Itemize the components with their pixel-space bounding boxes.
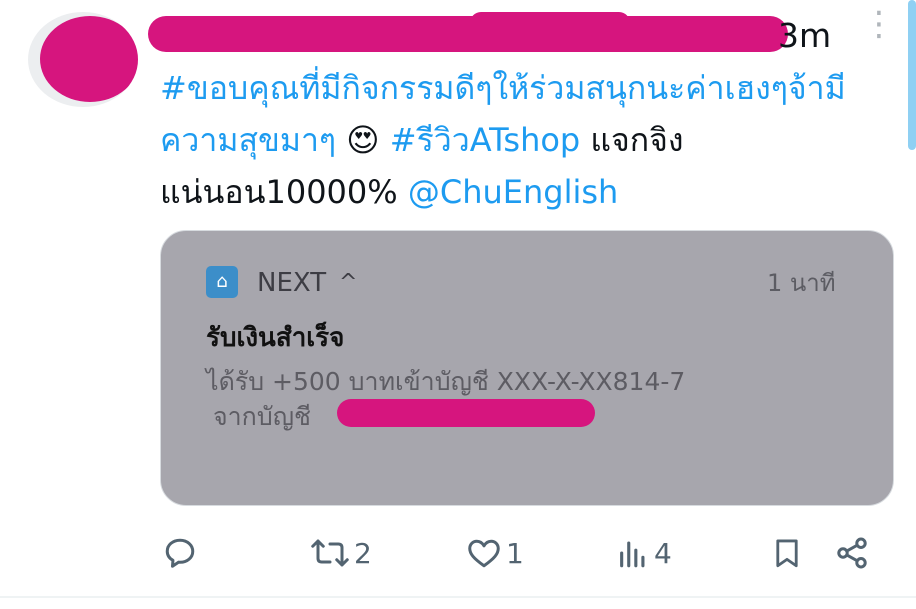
username-redaction [148, 16, 788, 52]
hashtag-link[interactable]: #รีวิวATshop [390, 121, 580, 159]
notification-screenshot: ⌂ NEXT ^ 1 นาที รับเงินสำเร็จ ได้รับ +50… [161, 231, 893, 505]
divider [0, 596, 916, 598]
retweet-count: 2 [354, 536, 372, 570]
views-count: 4 [654, 536, 672, 570]
bank-app-icon: ⌂ [206, 266, 238, 298]
avatar[interactable] [28, 12, 138, 107]
notification-app-name: NEXT [257, 268, 327, 298]
mention-link[interactable]: @ChuEnglish [408, 173, 618, 211]
account-redaction [337, 399, 595, 427]
retweet-button[interactable]: 2 [310, 530, 372, 576]
chevron-up-icon: ^ [339, 270, 358, 295]
tweet[interactable]: 3m ⋮ #ขอบคุณที่มีกิจกรรมดีๆให้ร่วมสนุกนะ… [0, 0, 916, 609]
bookmark-icon [776, 539, 798, 568]
like-button[interactable]: 1 [466, 530, 524, 576]
tweet-text: #ขอบคุณที่มีกิจกรรมดีๆให้ร่วมสนุกนะค่าเฮ… [160, 62, 890, 218]
notification-body-line1: ได้รับ +500 บาทเข้าบัญชี XXX-X-XX814-7 [206, 367, 686, 396]
reply-icon [165, 538, 195, 568]
tweet-actions: 2 1 4 [160, 530, 890, 576]
scrollbar[interactable] [908, 0, 916, 150]
emoji: 😍 [346, 121, 380, 159]
reply-button[interactable] [162, 530, 202, 576]
like-count: 1 [506, 536, 524, 570]
more-options-icon[interactable]: ⋮ [862, 7, 896, 58]
share-icon [837, 537, 867, 569]
retweet-icon [311, 539, 349, 567]
notification-body-line2: จากบัญชี [213, 402, 311, 431]
share-button[interactable] [834, 530, 870, 576]
bookmark-button[interactable] [770, 530, 804, 576]
notification-title: รับเงินสำเร็จ [206, 323, 345, 353]
tweet-timestamp[interactable]: 3m [778, 14, 831, 58]
notification-time: 1 นาที [767, 269, 836, 297]
analytics-icon [620, 541, 645, 568]
avatar-redaction [40, 16, 138, 102]
attached-image[interactable]: ⌂ NEXT ^ 1 นาที รับเงินสำเร็จ ได้รับ +50… [160, 230, 894, 506]
heart-icon [468, 539, 500, 568]
views-button[interactable]: 4 [616, 530, 672, 576]
